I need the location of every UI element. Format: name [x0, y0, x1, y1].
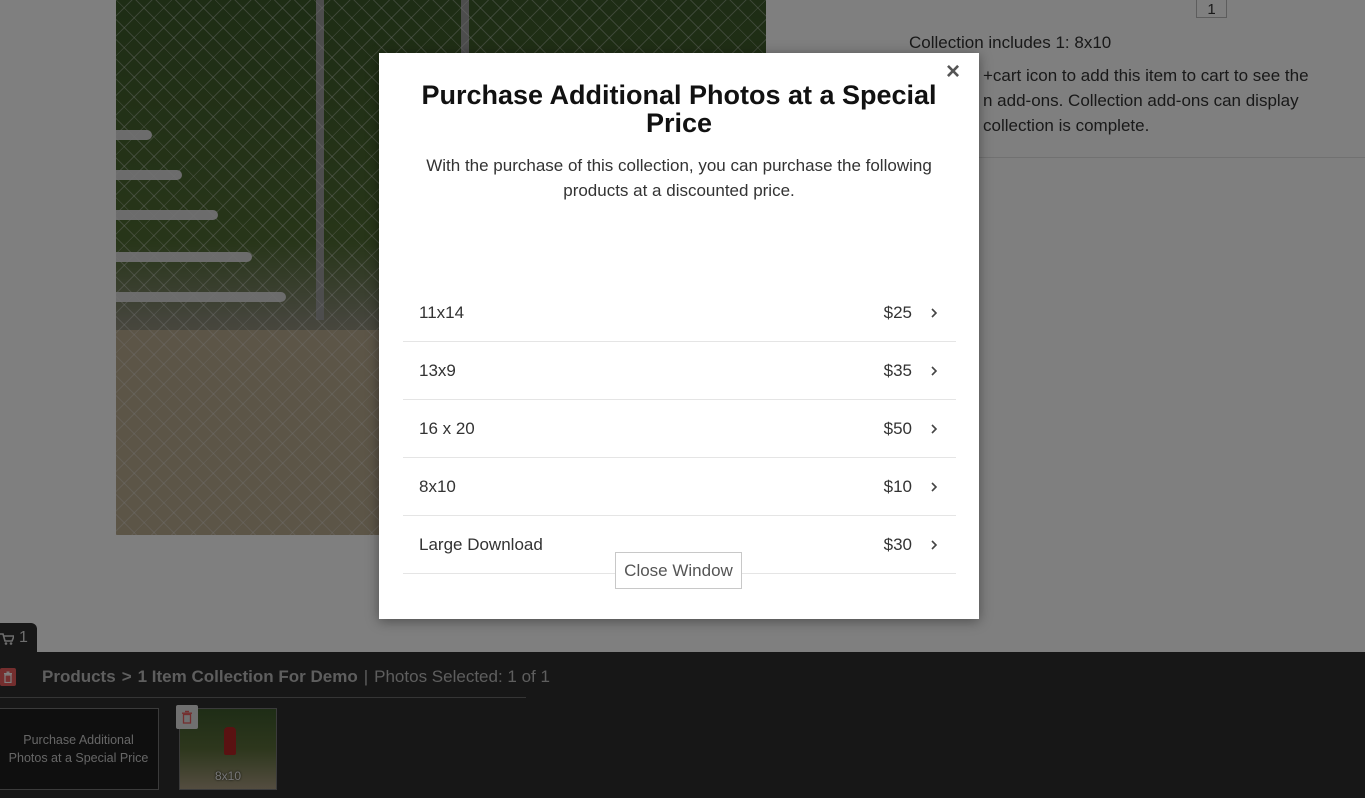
addon-product-row[interactable]: 13x9 $35: [403, 342, 956, 400]
close-icon[interactable]: ×: [944, 60, 962, 84]
product-price: $35: [883, 360, 912, 380]
close-window-button[interactable]: Close Window: [615, 552, 742, 589]
product-name: 16 x 20: [419, 418, 475, 438]
chevron-right-icon: [930, 422, 940, 436]
chevron-right-icon: [930, 306, 940, 320]
chevron-right-icon: [930, 480, 940, 494]
product-name: 11x14: [419, 302, 465, 322]
product-price: $30: [883, 534, 912, 554]
chevron-right-icon: [930, 538, 940, 552]
addon-product-row[interactable]: 16 x 20 $50: [403, 400, 956, 458]
addon-modal: × Purchase Additional Photos at a Specia…: [379, 53, 979, 619]
modal-description: With the purchase of this collection, yo…: [426, 156, 932, 200]
modal-title: Purchase Additional Photos at a Special …: [421, 80, 937, 138]
product-price: $25: [883, 302, 912, 322]
product-name: 13x9: [419, 360, 456, 380]
addon-product-list: 11x14 $25 13x9 $35 16 x 20 $50 8x10 $10 …: [403, 284, 956, 574]
product-price: $10: [883, 476, 912, 496]
chevron-right-icon: [930, 364, 940, 378]
product-name: 8x10: [419, 476, 456, 496]
product-price: $50: [883, 418, 912, 438]
addon-product-row[interactable]: 8x10 $10: [403, 458, 956, 516]
addon-product-row[interactable]: 11x14 $25: [403, 284, 956, 342]
